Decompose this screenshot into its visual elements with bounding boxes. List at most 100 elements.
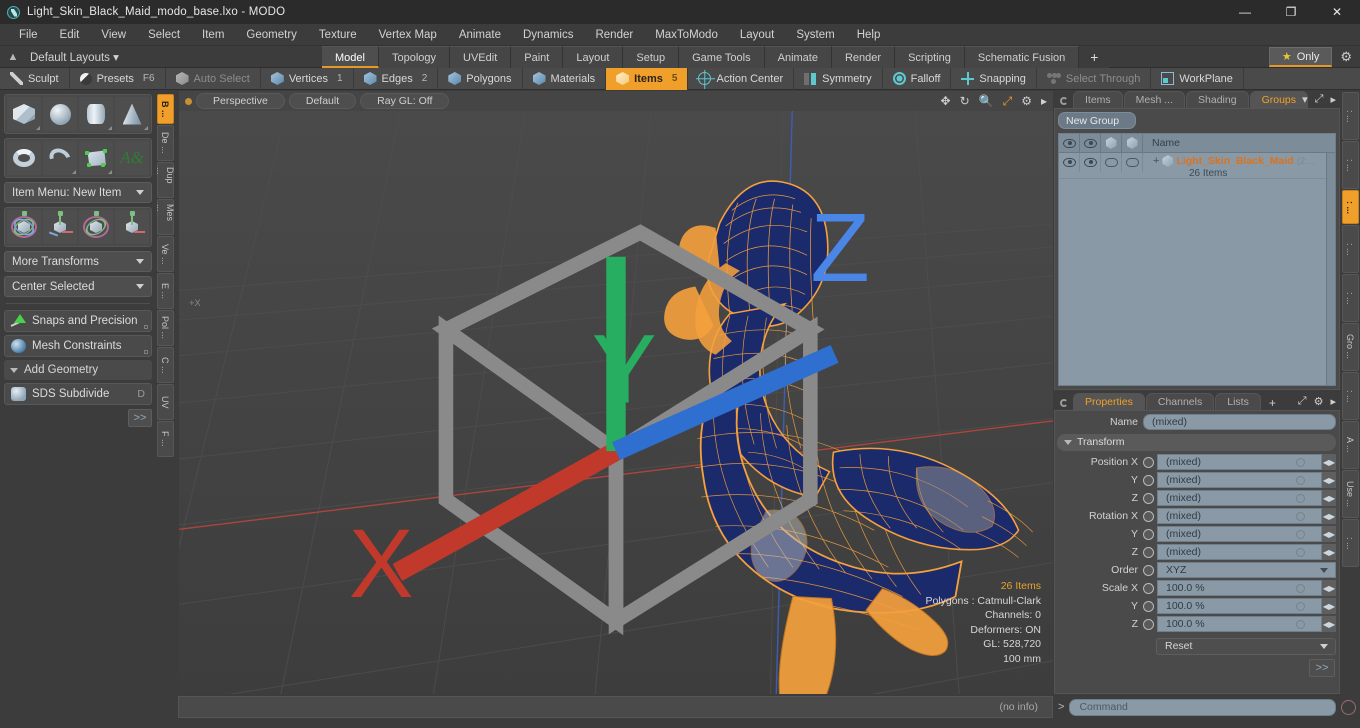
rotate-gizmo-button[interactable] <box>79 210 113 244</box>
menu-item-system[interactable]: System <box>785 26 845 44</box>
property-channel-toggle[interactable] <box>1143 582 1154 594</box>
more-transforms-dropdown[interactable]: More Transforms <box>4 251 152 272</box>
viewport-canvas[interactable]: +X 26 Items Polygons: Catmull-Clark Cha… <box>179 111 1053 694</box>
close-icon[interactable]: ✕ <box>1314 0 1360 24</box>
menu-item-help[interactable]: Help <box>846 26 892 44</box>
maximize-icon[interactable]: ⤢ <box>1003 95 1013 107</box>
menu-item-texture[interactable]: Texture <box>308 26 368 44</box>
menu-item-edit[interactable]: Edit <box>49 26 91 44</box>
property-channel-toggle[interactable] <box>1143 474 1154 486</box>
raygl-button[interactable]: Ray GL: Off <box>360 93 450 109</box>
add-geometry-section-header[interactable]: Add Geometry <box>4 360 152 380</box>
reset-dropdown[interactable]: Reset <box>1156 637 1336 655</box>
property-knob[interactable] <box>1296 493 1305 503</box>
menu-item-view[interactable]: View <box>90 26 137 44</box>
only-button[interactable]: ★ Only <box>1268 47 1333 67</box>
property-stepper[interactable]: ◀▶ <box>1322 526 1336 542</box>
property-value-input[interactable]: (mixed) <box>1157 490 1322 506</box>
expand-icon[interactable]: ⤢ <box>1298 395 1307 408</box>
property-channel-toggle[interactable] <box>1143 528 1154 540</box>
layout-tab-layout[interactable]: Layout <box>563 46 624 68</box>
left-vtab-3[interactable]: Mes ... <box>155 199 175 235</box>
mode-items[interactable]: Items 5 <box>606 67 689 90</box>
tab-lists[interactable]: Lists <box>1215 392 1261 410</box>
left-panel-more-button[interactable]: >> <box>128 409 152 427</box>
polygon-primitive-button[interactable] <box>79 141 113 175</box>
rotate-icon[interactable]: ↻ <box>960 95 970 107</box>
left-vtab-1[interactable]: De ... <box>156 125 174 161</box>
mesh-constraints-button[interactable]: Mesh Constraints <box>4 335 152 357</box>
mode-presets[interactable]: Presets F6 <box>70 67 166 90</box>
property-value-input[interactable]: (mixed) <box>1157 454 1322 470</box>
right-vtab-7[interactable]: A ... <box>1341 421 1359 469</box>
menu-item-file[interactable]: File <box>8 26 49 44</box>
right-vtab-0[interactable]: : ... <box>1341 92 1359 140</box>
layout-tab-scripting[interactable]: Scripting <box>895 46 965 68</box>
mode-vertices[interactable]: Vertices 1 <box>261 67 354 90</box>
property-knob[interactable] <box>1296 583 1305 593</box>
left-vtab-8[interactable]: UV <box>156 384 174 420</box>
property-stepper[interactable]: ◀▶ <box>1322 508 1336 524</box>
mode-symmetry[interactable]: Symmetry <box>794 67 883 90</box>
property-select[interactable]: XYZ <box>1157 562 1336 578</box>
gear-icon[interactable]: ⚙ <box>1021 95 1032 107</box>
mode-polygons[interactable]: Polygons <box>438 67 523 90</box>
property-knob[interactable] <box>1296 475 1305 485</box>
right-vtab-8[interactable]: Use ... <box>1341 470 1359 518</box>
property-stepper[interactable]: ◀▶ <box>1322 616 1336 632</box>
viewport-menu-dot-icon[interactable] <box>185 97 192 105</box>
gear-icon[interactable]: ⚙ <box>1314 395 1324 408</box>
arrow-icon[interactable]: ▸ <box>1330 395 1336 408</box>
right-vtab-1[interactable]: : ... <box>1341 141 1359 189</box>
torus-primitive-button[interactable] <box>7 141 41 175</box>
layout-tab-game-tools[interactable]: Game Tools <box>679 46 765 68</box>
mode-falloff[interactable]: Falloff <box>883 67 952 90</box>
property-channel-toggle[interactable] <box>1143 546 1154 558</box>
groups-tree-scrollbar[interactable] <box>1326 153 1335 385</box>
row-lock-toggle[interactable] <box>1080 153 1101 172</box>
right-vtab-3[interactable]: : ... <box>1341 225 1359 273</box>
tab-items[interactable]: Items <box>1073 91 1123 108</box>
default-layouts-dropdown[interactable]: Default Layouts ▾ <box>26 50 129 64</box>
menu-item-select[interactable]: Select <box>137 26 191 44</box>
right-vtab-6[interactable]: : ... <box>1341 372 1359 420</box>
left-vtab-2[interactable]: Dup ... <box>155 162 175 198</box>
right-vtab-4[interactable]: : ... <box>1341 274 1359 322</box>
property-value-input[interactable]: 100.0 % <box>1157 616 1322 632</box>
row-render-toggle[interactable] <box>1101 153 1122 172</box>
record-icon[interactable] <box>1341 699 1356 715</box>
layout-tab-render[interactable]: Render <box>831 46 896 68</box>
scale-gizmo-button[interactable] <box>115 210 149 244</box>
properties-more-button[interactable]: >> <box>1309 658 1335 677</box>
minimize-icon[interactable]: — <box>1222 0 1268 24</box>
mode-workplane[interactable]: WorkPlane <box>1151 67 1244 90</box>
cylinder-primitive-button[interactable] <box>79 97 113 131</box>
left-vtab-7[interactable]: C ... <box>156 347 174 383</box>
add-tab-button[interactable]: + <box>1262 396 1283 410</box>
expand-icon[interactable]: ⤢ <box>1315 93 1324 106</box>
layout-tab-setup[interactable]: Setup <box>623 46 680 68</box>
left-vtab-5[interactable]: E ... <box>156 273 174 309</box>
cone-primitive-button[interactable] <box>115 97 149 131</box>
panel-menu-icon[interactable] <box>1060 398 1068 407</box>
property-channel-toggle[interactable] <box>1143 510 1154 522</box>
spiral-primitive-button[interactable] <box>43 141 77 175</box>
snaps-and-precision-button[interactable]: Snaps and Precision <box>4 310 152 332</box>
menu-item-vertex-map[interactable]: Vertex Map <box>368 26 448 44</box>
mode-materials[interactable]: Materials <box>523 67 607 90</box>
item-menu-dropdown[interactable]: Item Menu: New Item <box>4 182 152 203</box>
mode-select-through[interactable]: Select Through <box>1037 67 1152 90</box>
move-icon[interactable]: ✥ <box>941 95 951 107</box>
right-vtab-9[interactable]: : ... <box>1341 519 1359 567</box>
menu-item-item[interactable]: Item <box>191 26 235 44</box>
property-stepper[interactable]: ◀▶ <box>1322 580 1336 596</box>
layout-tab-paint[interactable]: Paint <box>511 46 564 68</box>
cube-primitive-button[interactable] <box>7 97 41 131</box>
mode-snapping[interactable]: Snapping <box>951 67 1037 90</box>
gear-icon[interactable]: ⚙ <box>1336 49 1356 65</box>
property-knob[interactable] <box>1296 457 1305 467</box>
name-input[interactable]: (mixed) <box>1143 414 1336 430</box>
left-vtab-9[interactable]: F ... <box>156 421 174 457</box>
layout-tab-schematic-fusion[interactable]: Schematic Fusion <box>964 46 1080 68</box>
arrow-icon[interactable]: ▸ <box>1330 93 1336 106</box>
